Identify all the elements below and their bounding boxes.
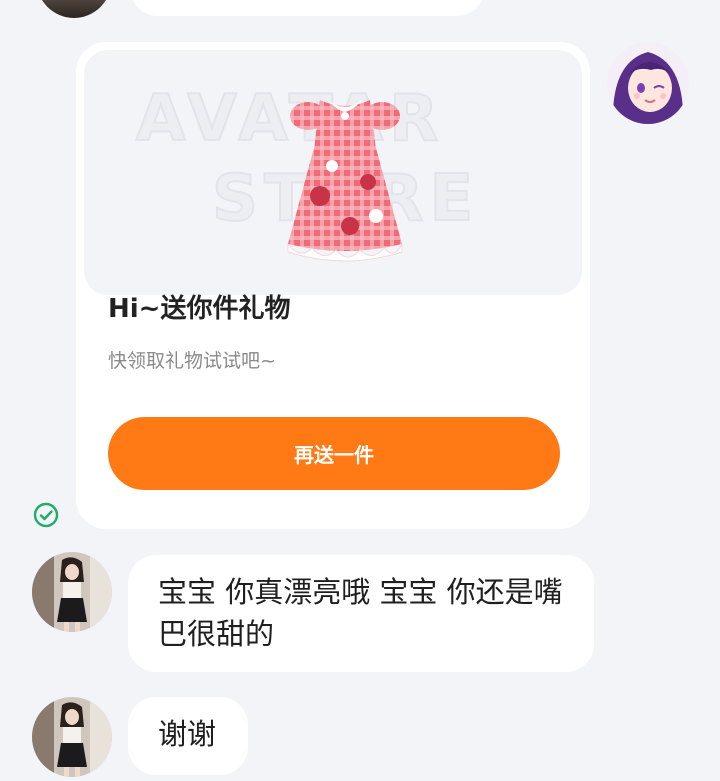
gift-title: Hi~送你件礼物	[108, 294, 291, 324]
check-circle-icon	[33, 502, 59, 528]
gift-banner: AVATAR STORE	[84, 50, 582, 295]
user-photo	[32, 697, 112, 777]
sender-avatar[interactable]	[32, 697, 112, 777]
anime-avatar-image	[607, 42, 689, 124]
user-photo	[32, 552, 112, 632]
previous-message-bubble[interactable]	[130, 0, 485, 16]
message-bubble[interactable]: 宝宝 你真漂亮哦 宝宝 你还是嘴巴很甜的	[128, 555, 594, 672]
previous-sender-avatar[interactable]	[36, 0, 112, 18]
send-another-gift-button[interactable]: 再送一件	[108, 417, 560, 490]
dress-image	[287, 98, 403, 262]
gift-card[interactable]: AVATAR STORE	[76, 42, 590, 529]
gift-subtitle: 快领取礼物试试吧~	[108, 350, 276, 372]
sender-avatar[interactable]	[32, 552, 112, 632]
my-avatar[interactable]	[607, 42, 689, 124]
message-bubble[interactable]: 谢谢	[128, 697, 248, 775]
chat-view: AVATAR STORE	[0, 0, 720, 781]
